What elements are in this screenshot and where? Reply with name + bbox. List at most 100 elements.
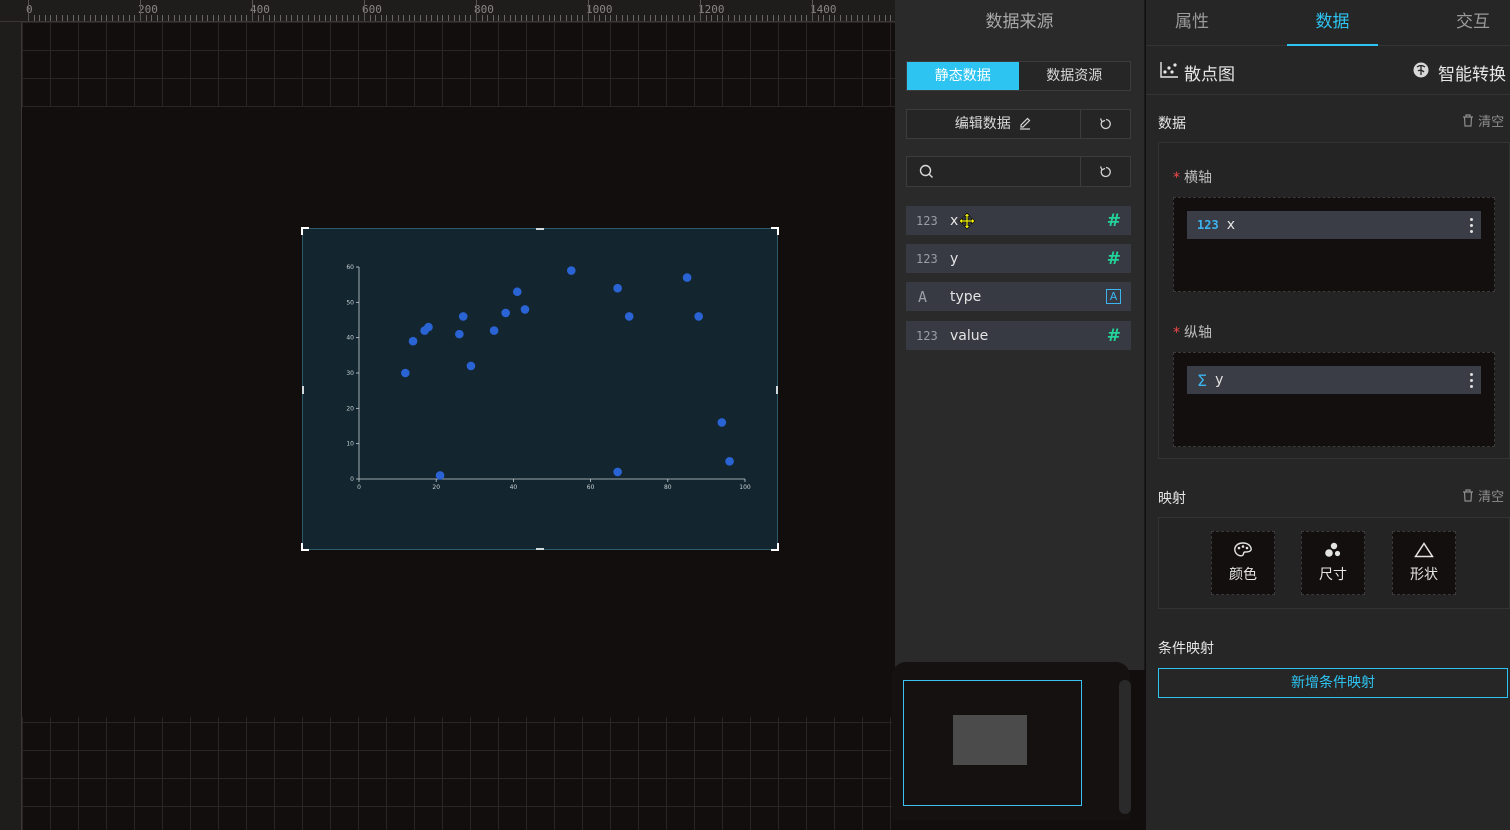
- ruler-tick: [106, 15, 108, 21]
- scatter-point: [682, 273, 692, 282]
- ruler-tick: [722, 15, 724, 21]
- data-source-title: 数据来源: [985, 12, 1054, 32]
- color-mapping-label: 颜色: [1229, 567, 1257, 583]
- ruler-tick: [168, 15, 169, 21]
- ruler-tick: [756, 15, 757, 21]
- clear-mapping-button[interactable]: 清空: [1462, 486, 1504, 505]
- chart-type-row: 散点图 智能转换: [1146, 47, 1510, 95]
- ruler-tick: [459, 15, 461, 21]
- add-condition-mapping-button[interactable]: 新增条件映射: [1158, 668, 1508, 698]
- ruler-tick: [296, 15, 298, 21]
- ruler-tick: [285, 15, 287, 21]
- clear-data-button[interactable]: 清空: [1462, 111, 1504, 130]
- ruler-tick: [694, 15, 696, 21]
- refresh-button[interactable]: [1081, 110, 1130, 138]
- axis-config-box: * 横轴 123 x * 纵轴 Σ y: [1158, 142, 1510, 459]
- search-input[interactable]: [940, 164, 1080, 179]
- tab-interaction[interactable]: 交互: [1436, 0, 1510, 46]
- ruler-tick: [565, 15, 567, 21]
- x-axis-field-name: x: [1226, 217, 1235, 233]
- tab-static-data[interactable]: 静态数据: [907, 62, 1019, 90]
- hash-icon: #: [1106, 210, 1121, 231]
- canvas-area[interactable]: 0 200 400 600 800 1000 1200 1400 0 20 40 60…: [0, 0, 895, 830]
- resize-handle-right[interactable]: [776, 386, 778, 394]
- horizontal-ruler: 0 200 400 600 800 1000 1200 1400: [0, 0, 895, 22]
- minimap-viewport[interactable]: [903, 680, 1082, 806]
- ruler-tick: [44, 15, 46, 21]
- y-tick-label: 20: [346, 405, 354, 412]
- shape-mapping-button[interactable]: 形状: [1392, 531, 1456, 595]
- smart-convert-label: 智能转换: [1438, 65, 1506, 85]
- y-tick-label: 60: [346, 264, 354, 271]
- ruler-tick: [487, 15, 489, 21]
- y-axis-drop-zone[interactable]: Σ y: [1173, 352, 1495, 447]
- ruler-tick: [380, 15, 382, 21]
- ruler-tick: [588, 0, 589, 21]
- field-type-label: A: [918, 287, 928, 306]
- scatter-point: [512, 287, 522, 297]
- ruler-tick: [627, 15, 629, 21]
- field-search[interactable]: [907, 157, 1081, 186]
- ruler-tick: [190, 15, 192, 21]
- resize-handle-top[interactable]: [536, 228, 544, 230]
- ruler-tick: [453, 15, 455, 21]
- ruler-tick: [442, 15, 444, 21]
- tab-data-resource[interactable]: 数据资源: [1018, 62, 1130, 90]
- y-axis-field-chip[interactable]: Σ y: [1187, 366, 1481, 394]
- chart-axes: 0 20 40 60 80 100 0 10 20 30 40 50 60: [346, 264, 751, 491]
- resize-handle-bottom-right[interactable]: [771, 543, 779, 551]
- ruler-tick: [632, 15, 634, 21]
- ruler-tick: [184, 15, 186, 21]
- minimap-scrollbar[interactable]: [1119, 680, 1131, 814]
- resize-handle-top-left[interactable]: [301, 227, 309, 235]
- x-axis-drop-zone[interactable]: 123 x: [1173, 197, 1495, 292]
- scatter-point: [466, 361, 476, 371]
- field-item-x[interactable]: 123 x #: [906, 206, 1131, 235]
- more-options-icon[interactable]: [1461, 372, 1481, 388]
- ruler-tick: [162, 15, 164, 21]
- ruler-tick: [224, 15, 225, 21]
- field-item-y[interactable]: 123 y #: [906, 244, 1131, 273]
- ruler-tick: [750, 15, 752, 21]
- tab-data[interactable]: 数据: [1287, 0, 1378, 46]
- tab-properties[interactable]: 属性: [1146, 0, 1238, 46]
- ruler-tick: [61, 15, 63, 21]
- ruler-tick: [638, 15, 640, 21]
- ruler-tick: [420, 15, 421, 21]
- scatter-point: [694, 312, 703, 321]
- ruler-tick: [464, 15, 466, 21]
- more-options-icon[interactable]: [1461, 217, 1481, 233]
- color-mapping-button[interactable]: 颜色: [1211, 531, 1275, 595]
- search-refresh-button[interactable]: [1081, 157, 1130, 186]
- ruler-tick: [828, 15, 830, 21]
- resize-handle-left[interactable]: [302, 386, 304, 394]
- size-mapping-button[interactable]: 尺寸: [1301, 531, 1365, 595]
- ruler-tick: [739, 15, 741, 21]
- ruler-tick: [229, 15, 231, 21]
- field-item-value[interactable]: 123 value #: [906, 321, 1131, 350]
- ruler-tick: [364, 0, 365, 21]
- x-tick-label: 0: [357, 484, 361, 491]
- mapping-box: 颜色 尺寸 形状: [1158, 517, 1510, 609]
- resize-handle-bottom-left[interactable]: [301, 543, 309, 551]
- resize-handle-top-right[interactable]: [771, 227, 779, 235]
- hash-icon: #: [1106, 325, 1121, 346]
- chart-points: [401, 266, 734, 480]
- scatter-point: [435, 471, 445, 480]
- ruler-tick: [868, 15, 869, 21]
- ruler-tick: [688, 15, 690, 21]
- edit-data-button[interactable]: 编辑数据: [907, 110, 1081, 138]
- scatter-point: [424, 322, 433, 332]
- ruler-tick: [537, 15, 539, 21]
- ruler-tick: [834, 15, 836, 21]
- ruler-tick: [140, 0, 141, 21]
- ruler-tick: [207, 15, 209, 21]
- ruler-tick: [84, 15, 85, 21]
- x-axis-field-chip[interactable]: 123 x: [1187, 211, 1481, 239]
- ruler-tick: [621, 15, 623, 21]
- scatter-chart-widget[interactable]: 0 20 40 60 80 100 0 10 20 30 40 50 60: [301, 227, 779, 551]
- resize-handle-bottom[interactable]: [536, 548, 544, 550]
- field-type-label: 123: [916, 251, 938, 266]
- ruler-tick: [744, 15, 746, 21]
- field-item-type[interactable]: A type A: [906, 282, 1131, 311]
